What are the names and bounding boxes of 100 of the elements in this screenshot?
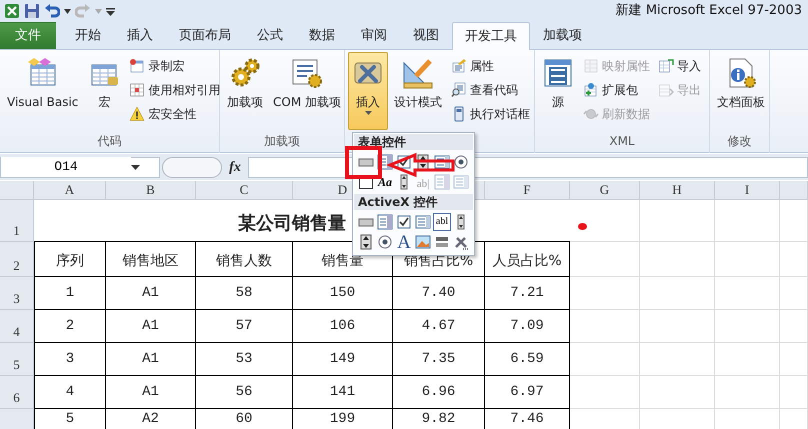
ribbon-tab[interactable]: 审阅: [348, 22, 400, 49]
spin-button-icon[interactable]: [358, 234, 374, 250]
group-label: 加载项: [263, 133, 301, 150]
empty-cell[interactable]: [570, 376, 640, 409]
table-cell: 3: [34, 343, 106, 376]
ribbon-button[interactable]: 文档面板: [713, 52, 769, 130]
checkbox-icon[interactable]: [396, 214, 412, 230]
table-cell: 9.82: [393, 409, 485, 429]
ribbon-button[interactable]: 录制宏: [126, 54, 224, 78]
ribbon-button[interactable]: 扩展包: [580, 78, 653, 102]
empty-cell[interactable]: [640, 310, 715, 343]
ribbon-button[interactable]: 查看代码: [448, 78, 533, 102]
empty-cell[interactable]: [715, 242, 780, 277]
row-header[interactable]: 6: [0, 376, 34, 409]
empty-cell[interactable]: [640, 200, 715, 242]
ruler-pencil-icon: [402, 57, 434, 89]
empty-cell[interactable]: [570, 277, 640, 310]
empty-cell[interactable]: [780, 310, 808, 343]
empty-cell[interactable]: [570, 310, 640, 343]
window-title: 新建 Microsoft Excel 97-2003: [616, 2, 802, 20]
ribbon-tab[interactable]: 视图: [400, 22, 452, 49]
empty-cell[interactable]: [640, 376, 715, 409]
table-cell: A2: [106, 409, 196, 429]
row-header[interactable]: 2: [0, 242, 34, 277]
empty-cell[interactable]: [780, 376, 808, 409]
caret-icon[interactable]: [64, 8, 71, 14]
toggle-button-icon[interactable]: [434, 234, 450, 250]
row-header[interactable]: 5: [0, 343, 34, 376]
column-header[interactable]: H: [640, 181, 715, 200]
ribbon-tab[interactable]: 数据: [296, 22, 348, 49]
image-icon[interactable]: [415, 234, 431, 250]
column-header[interactable]: [780, 181, 808, 200]
column-header[interactable]: C: [196, 181, 293, 200]
table-cell: 150: [293, 277, 393, 310]
empty-cell[interactable]: [640, 242, 715, 277]
empty-cell[interactable]: [780, 343, 808, 376]
empty-cell[interactable]: [640, 343, 715, 376]
ribbon-tab[interactable]: 插入: [114, 22, 166, 49]
empty-cell[interactable]: [780, 277, 808, 310]
ribbon-button[interactable]: 源: [538, 52, 578, 130]
table-icon: [542, 57, 574, 89]
ribbon-button[interactable]: 宏: [84, 52, 124, 130]
empty-cell[interactable]: [715, 343, 780, 376]
row-header[interactable]: 1: [0, 200, 34, 242]
ribbon-button[interactable]: 属性: [448, 54, 533, 78]
group-label: XML: [608, 133, 636, 150]
name-box[interactable]: O14: [0, 156, 160, 178]
table-cell: 60: [196, 409, 293, 429]
column-header[interactable]: F: [485, 181, 570, 200]
save-icon[interactable]: [24, 3, 40, 19]
option-button-icon[interactable]: [377, 234, 393, 250]
ribbon-button[interactable]: 插入: [348, 52, 388, 130]
ribbon-tab[interactable]: 页面布局: [166, 22, 244, 49]
ribbon-tab[interactable]: 公式: [244, 22, 296, 49]
column-header[interactable]: G: [570, 181, 640, 200]
caret-icon: [95, 8, 102, 14]
dropdown-caret-icon[interactable]: [131, 164, 140, 170]
empty-cell[interactable]: [715, 277, 780, 310]
empty-cell[interactable]: [570, 343, 640, 376]
ribbon-button[interactable]: COM 加载项: [269, 52, 345, 130]
ribbon-button[interactable]: 设计模式: [390, 52, 446, 130]
ribbon-button[interactable]: 导入: [655, 54, 704, 78]
ribbon-button[interactable]: 宏安全性: [126, 102, 224, 126]
customize-menu-icon[interactable]: [106, 6, 115, 16]
row-header[interactable]: 4: [0, 310, 34, 343]
file-tab[interactable]: 文件: [0, 22, 56, 49]
row-header[interactable]: [0, 409, 34, 429]
column-header[interactable]: A: [34, 181, 106, 200]
column-header[interactable]: B: [106, 181, 196, 200]
empty-cell[interactable]: [570, 242, 640, 277]
ribbon-tab[interactable]: 开发工具: [452, 22, 530, 50]
option-button-icon[interactable]: [453, 154, 469, 170]
empty-cell[interactable]: [640, 277, 715, 310]
table-cell: 4.67: [393, 310, 485, 343]
spreadsheet-app-icon[interactable]: [4, 3, 20, 19]
import-icon: [658, 58, 674, 74]
insert-function-button[interactable]: fx: [222, 156, 248, 178]
combo-box-icon[interactable]: [377, 214, 393, 230]
ribbon-button[interactable]: 使用相对引用: [126, 78, 224, 102]
ribbon-tab[interactable]: 开始: [62, 22, 114, 49]
table-cell: 7.35: [393, 343, 485, 376]
select-all-corner[interactable]: [0, 181, 34, 200]
empty-cell[interactable]: [715, 200, 780, 242]
ribbon-button[interactable]: 加载项: [223, 52, 267, 130]
ribbon-button[interactable]: 执行对话框: [448, 102, 533, 126]
column-header[interactable]: I: [715, 181, 780, 200]
list-box-icon[interactable]: [415, 214, 431, 230]
ribbon-button[interactable]: Visual Basic: [3, 52, 82, 130]
more-controls-icon[interactable]: [453, 234, 469, 250]
table-cell: 7.46: [485, 409, 570, 429]
empty-cell[interactable]: [780, 242, 808, 277]
empty-cell[interactable]: [715, 376, 780, 409]
empty-cell[interactable]: [715, 310, 780, 343]
ribbon-tab[interactable]: 加载项: [530, 22, 595, 49]
row-header[interactable]: 3: [0, 277, 34, 310]
gears-icon: [229, 57, 261, 89]
undo-icon[interactable]: [44, 3, 60, 19]
column-title: 销售地区: [106, 242, 196, 277]
control-button[interactable]: abl: [433, 213, 451, 231]
resize-handle[interactable]: [162, 156, 222, 178]
